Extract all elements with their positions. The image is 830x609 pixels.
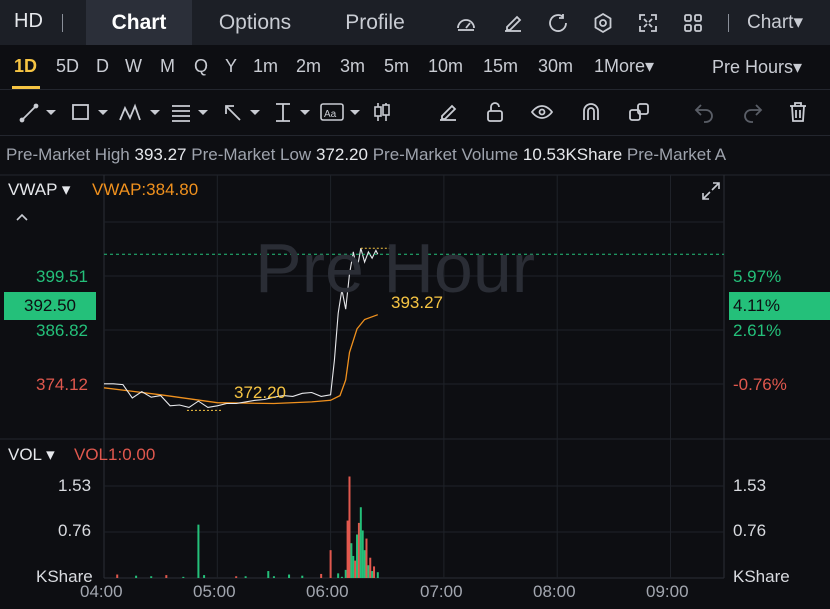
percent-axis-label: 5.97% [733, 267, 782, 286]
volume-bar [244, 576, 247, 578]
volume-bar [354, 560, 357, 578]
expand-icon[interactable] [700, 180, 722, 207]
volume-bar [357, 522, 360, 578]
indicator-dropdown[interactable]: VWAP ▾ [8, 180, 70, 200]
volume-bar [365, 538, 368, 578]
volume-bar [346, 520, 349, 578]
time-axis-label: 09:00 [646, 582, 689, 601]
volume-unit-label: KShare [733, 567, 790, 586]
volume-bar [369, 557, 372, 578]
volume-bars [116, 476, 379, 578]
volume-bar [373, 566, 376, 578]
volume-bar [340, 576, 343, 578]
volume-bar [376, 572, 379, 578]
volume-axis-label: 0.76 [733, 521, 767, 540]
volume-bar [337, 573, 340, 578]
volume-bar [150, 576, 153, 578]
volume-bar [371, 571, 374, 578]
volume-bar [197, 524, 200, 578]
volume-bar [344, 569, 347, 578]
vol-value: VOL1:0.00 [74, 445, 156, 464]
volume-bar [350, 543, 353, 578]
volume-bar [329, 550, 332, 578]
volume-bar [203, 575, 206, 578]
volume-bar [320, 573, 323, 578]
time-axis-label: 06:00 [306, 582, 349, 601]
volume-bar [272, 576, 275, 578]
time-axis-label: 04:00 [80, 582, 123, 601]
time-axis-label: 05:00 [193, 582, 236, 601]
volume-bar [288, 574, 291, 578]
volume-axis-label: 1.53 [733, 476, 767, 495]
vwap-value: VWAP:384.80 [92, 180, 199, 199]
volume-bar [363, 550, 366, 578]
volume-axis-label: 0.76 [58, 521, 92, 540]
time-axis-label: 07:00 [420, 582, 463, 601]
volume-bar [356, 534, 359, 578]
price-axis-label: 374.12 [36, 375, 88, 394]
volume-bar [267, 571, 270, 578]
price-axis-label: 399.51 [36, 267, 88, 286]
price-axis-label: 386.82 [36, 321, 88, 340]
percent-axis-label: -0.76% [733, 375, 787, 394]
time-axis-label: 08:00 [533, 582, 576, 601]
low-annotation: 372.20 [234, 383, 286, 402]
high-annotation: 393.27 [391, 293, 443, 312]
volume-bar [116, 574, 119, 578]
volume-bar [367, 565, 370, 578]
volume-bar [301, 575, 304, 578]
volume-bar [165, 575, 168, 578]
volume-bar [235, 576, 238, 578]
current-price-tag: 392.50 [4, 292, 96, 320]
collapse-icon[interactable] [14, 209, 30, 230]
volume-bar [359, 507, 362, 578]
volume-bar [361, 530, 364, 578]
percent-axis-label: 2.61% [733, 321, 782, 340]
current-percent-tag: 4.11% [729, 292, 830, 320]
volume-bar [135, 575, 138, 578]
volume-bar [352, 555, 355, 578]
volume-axis-label: 1.53 [58, 476, 92, 495]
volume-bar [348, 476, 351, 578]
volume-bar [182, 576, 185, 578]
volume-indicator-dropdown[interactable]: VOL ▾ [8, 445, 55, 465]
